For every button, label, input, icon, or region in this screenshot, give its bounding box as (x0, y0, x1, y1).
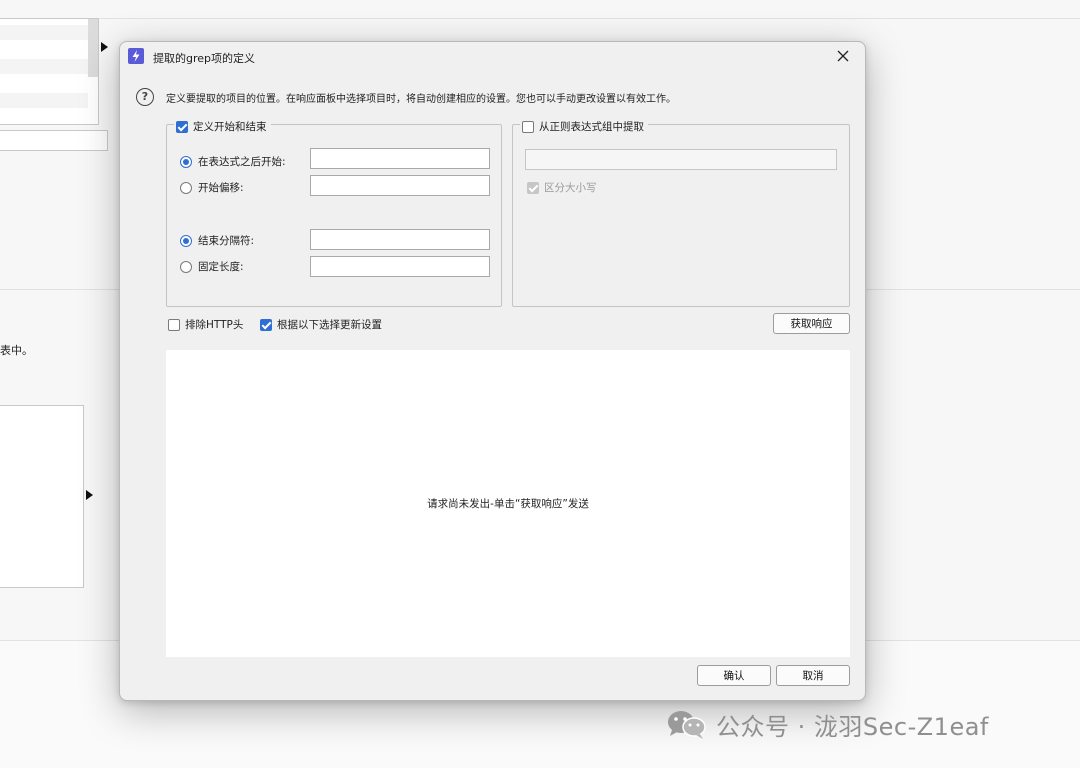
background-list-panel (0, 405, 84, 588)
case-sensitive-checkbox[interactable] (527, 181, 539, 194)
wechat-logo-icon (666, 708, 708, 740)
grep-extract-dialog: 提取的grep项的定义 ? 定义要提取的项目的位置。在响应面板中选择项目时，将自… (119, 41, 866, 701)
start-offset-label: 开始偏移: (198, 182, 244, 194)
background-input[interactable] (0, 130, 108, 151)
background-list-row (0, 25, 88, 40)
dialog-title: 提取的grep项的定义 (153, 52, 256, 65)
background-arrow-icon[interactable] (101, 42, 108, 52)
start-after-label: 在表达式之后开始: (198, 156, 286, 168)
regex-group-checkbox[interactable] (522, 120, 534, 133)
start-after-option[interactable]: 在表达式之后开始: (180, 154, 286, 169)
start-after-radio[interactable] (180, 155, 192, 168)
help-icon[interactable]: ? (136, 88, 154, 106)
start-offset-option[interactable]: 开始偏移: (180, 180, 244, 195)
define-start-end-legend[interactable]: 定义开始和结束 (174, 119, 271, 134)
start-after-input[interactable] (310, 148, 490, 169)
end-delimiter-radio[interactable] (180, 234, 192, 247)
fixed-length-label: 固定长度: (198, 261, 244, 273)
dialog-description: 定义要提取的项目的位置。在响应面板中选择项目时，将自动创建相应的设置。您也可以手… (166, 94, 676, 105)
watermark-text: 公众号 · 泷羽Sec-Z1eaf (716, 712, 989, 741)
case-sensitive-label: 区分大小写 (544, 182, 597, 194)
define-start-end-checkbox[interactable] (176, 120, 188, 133)
close-button[interactable] (830, 44, 856, 68)
wechat-watermark: 公众号 · 泷羽Sec-Z1eaf (666, 704, 989, 744)
burp-app-icon (128, 48, 144, 64)
fixed-length-radio[interactable] (180, 260, 192, 273)
background-arrow-icon[interactable] (86, 490, 93, 500)
fixed-length-input[interactable] (310, 256, 490, 277)
response-panel[interactable]: 请求尚未发出-单击“获取响应”发送 (166, 350, 850, 657)
fixed-length-option[interactable]: 固定长度: (180, 259, 244, 274)
cancel-button[interactable]: 取消 (776, 665, 850, 686)
end-delimiter-option[interactable]: 结束分隔符: (180, 233, 254, 248)
update-config-checkbox[interactable] (260, 318, 272, 331)
background-divider (0, 18, 1080, 19)
exclude-http-checkbox[interactable] (168, 318, 180, 331)
start-offset-input[interactable] (310, 175, 490, 196)
regex-input[interactable] (525, 149, 837, 170)
background-text: 表中。 (0, 344, 33, 357)
fetch-response-button[interactable]: 获取响应 (773, 313, 850, 334)
exclude-http-option[interactable]: 排除HTTP头 (168, 317, 243, 332)
regex-group-label: 从正则表达式组中提取 (539, 121, 644, 133)
update-config-option[interactable]: 根据以下选择更新设置 (260, 317, 382, 332)
start-offset-radio[interactable] (180, 181, 192, 194)
update-config-label: 根据以下选择更新设置 (277, 319, 382, 331)
background-scrollbar[interactable] (88, 19, 98, 77)
exclude-http-label: 排除HTTP头 (185, 319, 244, 331)
define-start-end-label: 定义开始和结束 (193, 121, 267, 133)
background-list-row (0, 59, 88, 74)
close-icon (837, 50, 849, 62)
ok-button[interactable]: 确认 (697, 665, 771, 686)
background-list-panel (0, 18, 99, 125)
end-delimiter-input[interactable] (310, 229, 490, 250)
regex-group-legend[interactable]: 从正则表达式组中提取 (520, 119, 648, 134)
end-delimiter-label: 结束分隔符: (198, 235, 255, 247)
response-placeholder: 请求尚未发出-单击“获取响应”发送 (427, 498, 589, 510)
background-list-row (0, 93, 88, 108)
case-sensitive-option[interactable]: 区分大小写 (527, 180, 597, 195)
